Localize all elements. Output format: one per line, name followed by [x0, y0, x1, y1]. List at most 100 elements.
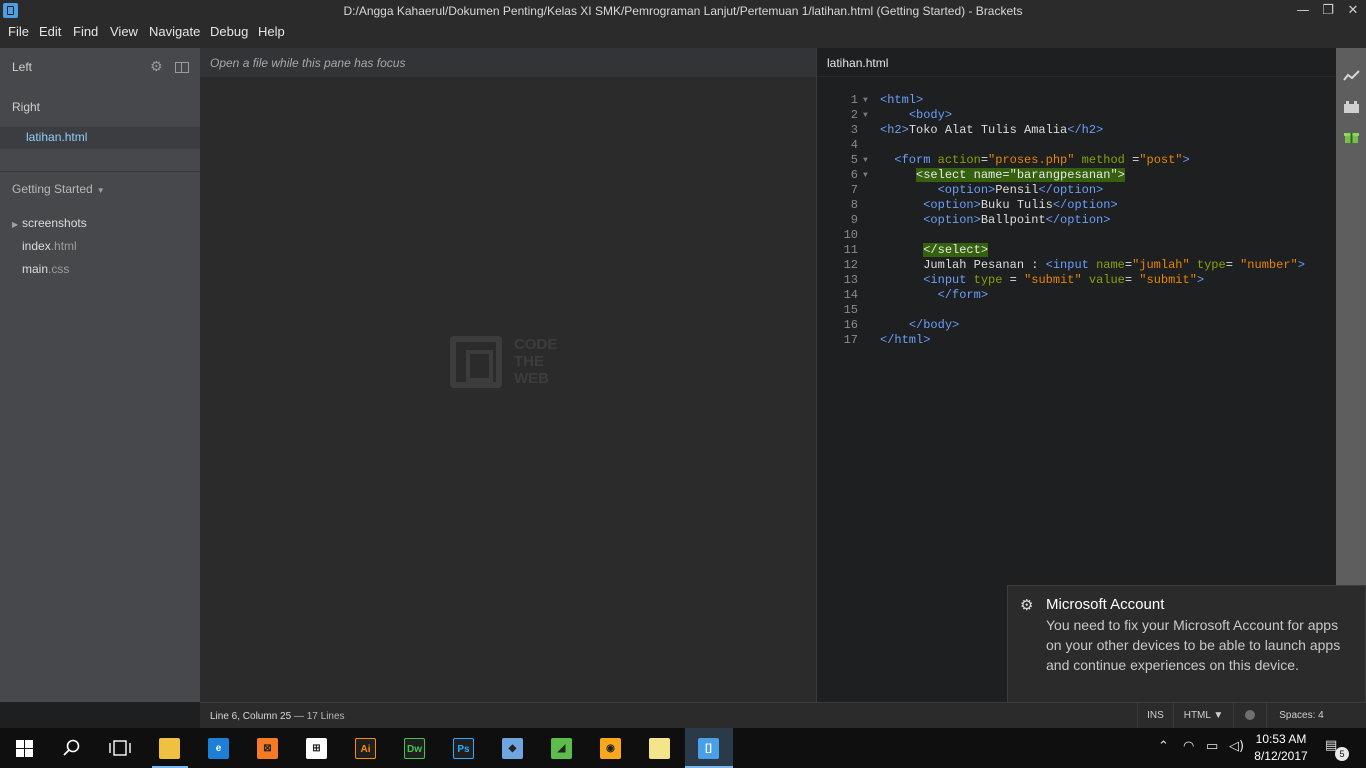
- maximize-icon[interactable]: ❐: [1318, 2, 1338, 20]
- minimize-icon[interactable]: —: [1293, 2, 1313, 20]
- code-line[interactable]: 1 ▼ <html>: [817, 93, 1336, 108]
- code-line[interactable]: 11 </select>: [817, 243, 1336, 258]
- code-token: method: [1081, 153, 1125, 167]
- gear-icon[interactable]: ⚙: [150, 60, 164, 74]
- linter-status-icon: [1245, 710, 1255, 721]
- microsoft-account-notification[interactable]: ⚙ Microsoft Account You need to fix your…: [1007, 585, 1366, 703]
- windows-start-icon[interactable]: [16, 740, 33, 757]
- code-text: Jumlah Pesanan : <input name="jumlah" ty…: [880, 258, 1305, 273]
- corel-taskbar-button[interactable]: ◢: [538, 728, 586, 768]
- fold-toggle-icon[interactable]: ▼: [863, 108, 868, 123]
- code-line[interactable]: 6 ▼ <select name="barangpesanan">: [817, 168, 1336, 183]
- code-token: type: [1196, 258, 1226, 272]
- dreamweaver-taskbar-button[interactable]: Dw: [391, 728, 439, 768]
- linter-status[interactable]: [1233, 703, 1266, 728]
- illustrator-taskbar-button[interactable]: Ai: [342, 728, 390, 768]
- code-line[interactable]: 13 <input type = "submit" value= "submit…: [817, 273, 1336, 288]
- working-set-left-header: Left: [12, 60, 33, 74]
- code-text: <form action="proses.php" method ="post"…: [880, 153, 1189, 168]
- tree-file-main-base: main: [22, 262, 49, 276]
- line-number: 16: [843, 318, 858, 332]
- line-number: 9: [850, 213, 858, 227]
- code-token: Jumlah Pesanan :: [880, 258, 1046, 272]
- fold-toggle-icon[interactable]: ▼: [863, 168, 868, 183]
- code-line[interactable]: 8 <option>Buku Tulis</option>: [817, 198, 1336, 213]
- file-explorer-taskbar-button[interactable]: [146, 728, 194, 768]
- tree-file-index-ext: .html: [50, 239, 77, 253]
- notification-body: You need to fix your Microsoft Account f…: [1046, 617, 1341, 673]
- code-token: value: [1088, 273, 1125, 287]
- tree-file-index[interactable]: index.html: [22, 239, 77, 253]
- code-text: <option>Pensil</option>: [880, 183, 1104, 198]
- menu-edit[interactable]: Edit: [39, 24, 61, 39]
- fold-toggle-icon[interactable]: ▼: [863, 93, 868, 108]
- code-editor[interactable]: 1 ▼ <html> 2 ▼ <body> 3 <h2>Toko Alat Tulis Am…: [817, 93, 1336, 348]
- code-line[interactable]: 3 <h2>Toko Alat Tulis Amalia</h2>: [817, 123, 1336, 138]
- menu-debug[interactable]: Debug: [210, 24, 248, 39]
- code-text: <body>: [880, 108, 952, 123]
- edge-taskbar-button[interactable]: e: [195, 728, 243, 768]
- code-text: <option>Ballpoint</option>: [880, 213, 1110, 228]
- code-line[interactable]: 12 Jumlah Pesanan : <input name="jumlah"…: [817, 258, 1336, 273]
- line-number: 10: [843, 228, 858, 242]
- code-token: >: [1297, 258, 1305, 272]
- insert-mode-toggle[interactable]: INS: [1137, 703, 1173, 728]
- language-label: HTML: [1183, 710, 1211, 721]
- code-token: action: [937, 153, 981, 167]
- tree-file-main[interactable]: main.css: [22, 262, 69, 276]
- wifi-icon[interactable]: ◠: [1183, 739, 1194, 754]
- task-view-icon[interactable]: [109, 740, 131, 756]
- menu-find[interactable]: Find: [73, 24, 98, 39]
- brackets-taskbar-button[interactable]: []: [685, 728, 733, 768]
- clock[interactable]: 10:53 AM 8/12/2017: [1252, 731, 1310, 765]
- left-pane-header: Open a file while this pane has focus: [200, 48, 816, 77]
- folder-expand-icon[interactable]: ▶: [12, 220, 18, 229]
- code-line[interactable]: 14 </form>: [817, 288, 1336, 303]
- code-line[interactable]: 15: [817, 303, 1336, 318]
- live-preview-icon[interactable]: [1343, 69, 1360, 83]
- menu-file[interactable]: File: [8, 24, 29, 39]
- line-number: 5: [850, 153, 858, 167]
- working-file-item[interactable]: latihan.html: [0, 127, 200, 149]
- sticky-notes-taskbar-button[interactable]: [636, 728, 684, 768]
- code-line[interactable]: 10: [817, 228, 1336, 243]
- menu-navigate[interactable]: Navigate: [149, 24, 200, 39]
- extension-gift-icon[interactable]: [1343, 130, 1360, 144]
- photoshop-taskbar-button[interactable]: Ps: [440, 728, 488, 768]
- code-token: </form>: [937, 288, 989, 302]
- tree-folder-screenshots[interactable]: screenshots: [22, 216, 87, 230]
- menu-view[interactable]: View: [110, 24, 138, 39]
- menu-bar: File Edit Find View Navigate Debug Help: [0, 22, 1366, 48]
- code-line[interactable]: 7 <option>Pensil</option>: [817, 183, 1336, 198]
- extension-manager-icon[interactable]: [1343, 100, 1360, 114]
- battery-icon[interactable]: ▭: [1206, 739, 1218, 754]
- close-icon[interactable]: ✕: [1343, 2, 1363, 20]
- code-line[interactable]: 4: [817, 138, 1336, 153]
- code-line[interactable]: 17 </html>: [817, 333, 1336, 348]
- left-editor-pane[interactable]: Open a file while this pane has focus CO…: [200, 48, 816, 702]
- volume-icon[interactable]: ◁): [1229, 739, 1244, 754]
- fold-toggle-icon[interactable]: ▼: [863, 153, 868, 168]
- language-select[interactable]: HTML ▼: [1173, 703, 1233, 728]
- code-line[interactable]: 5 ▼ <form action="proses.php" method ="po…: [817, 153, 1336, 168]
- cursor-position[interactable]: Line 6, Column 25 — 17 Lines: [210, 711, 345, 722]
- store-taskbar-button[interactable]: ⊞: [293, 728, 341, 768]
- code-line[interactable]: 16 </body>: [817, 318, 1336, 333]
- virtualbox-taskbar-button[interactable]: ◆: [489, 728, 537, 768]
- code-line[interactable]: 2 ▼ <body>: [817, 108, 1336, 123]
- project-dropdown[interactable]: Getting Started ▼: [12, 182, 105, 196]
- code-token: <input: [923, 273, 974, 287]
- xampp-taskbar-button[interactable]: ⊠: [244, 728, 292, 768]
- search-icon[interactable]: [63, 739, 81, 757]
- split-view-icon[interactable]: [175, 62, 189, 73]
- uc-browser-taskbar-button[interactable]: ◉: [587, 728, 635, 768]
- menu-help[interactable]: Help: [258, 24, 285, 39]
- chevron-up-icon[interactable]: ⌃: [1158, 739, 1169, 754]
- indent-settings[interactable]: Spaces: 4: [1266, 703, 1336, 728]
- code-line[interactable]: 9 <option>Ballpoint</option>: [817, 213, 1336, 228]
